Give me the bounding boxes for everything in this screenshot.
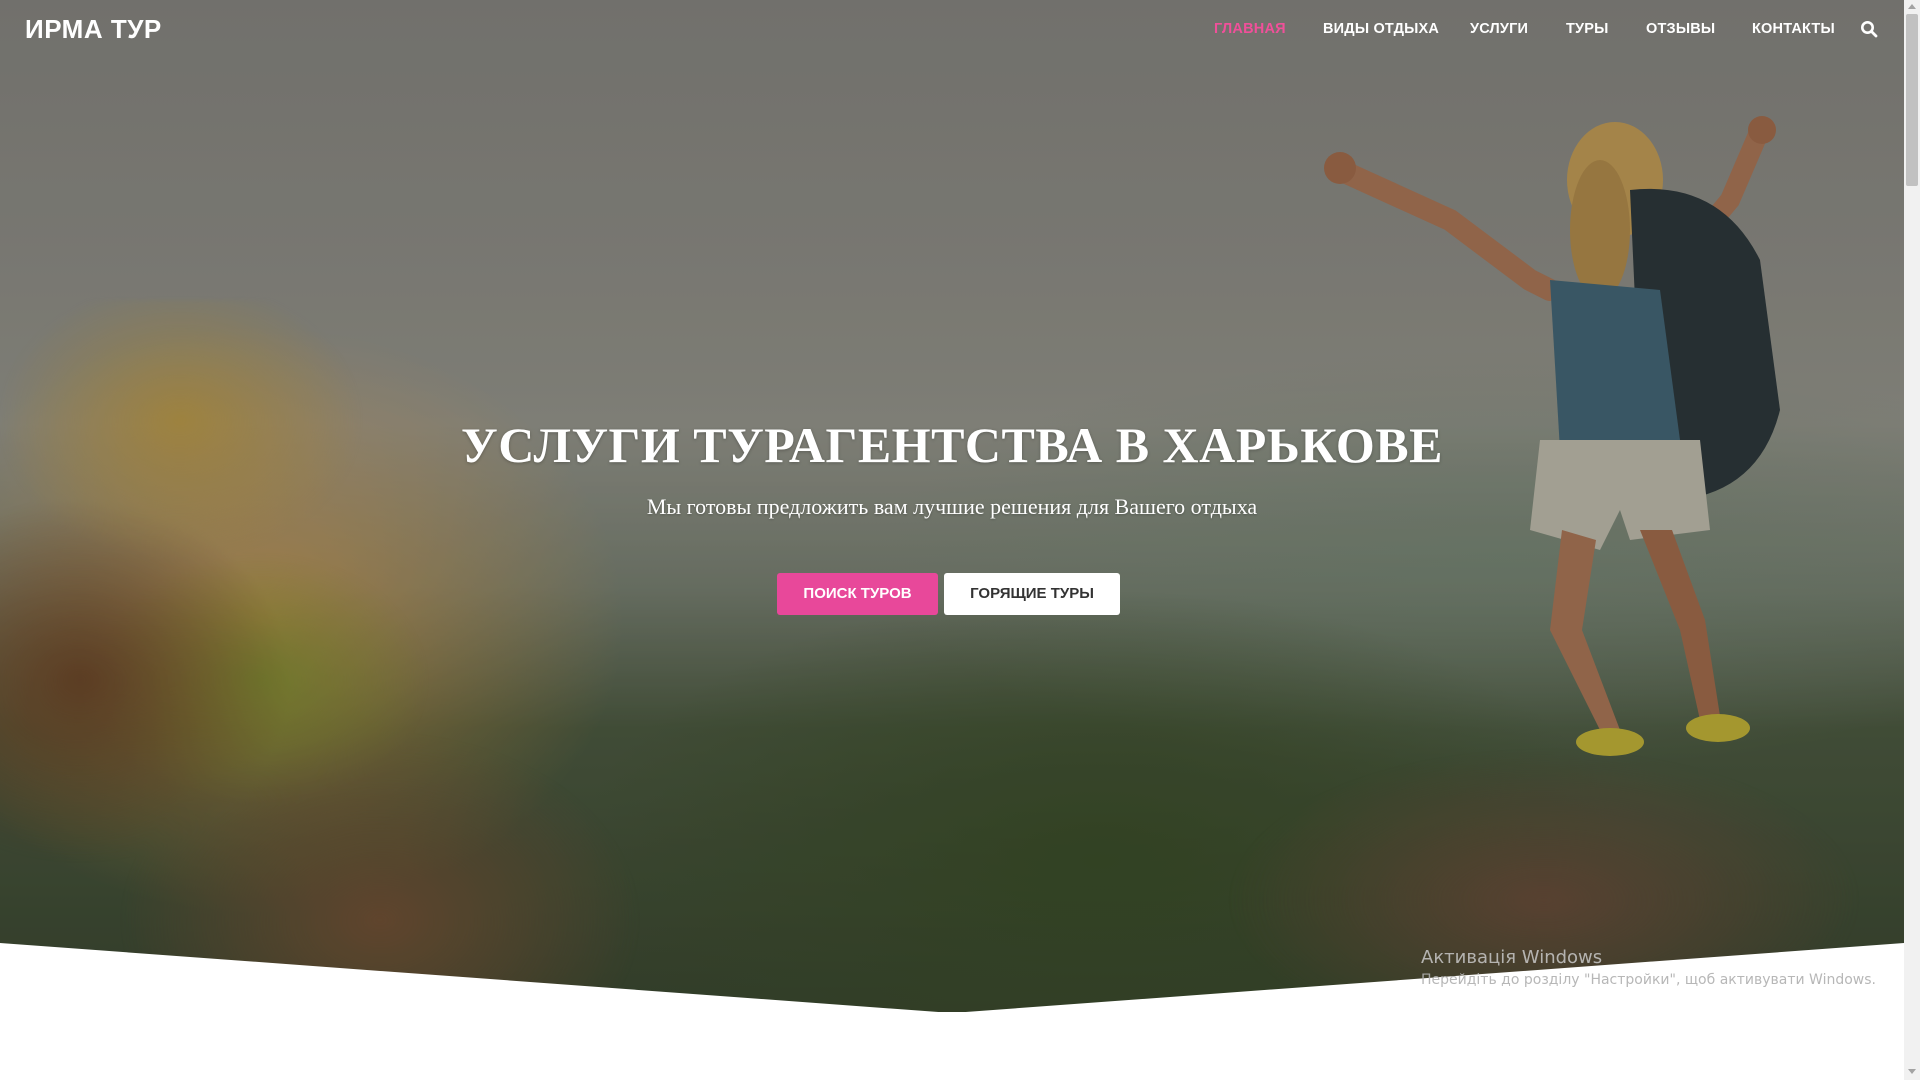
hero-subtitle: Мы готовы предложить вам лучшие решения … bbox=[646, 494, 1258, 519]
windows-activation-subtitle: Перейдіть до розділу "Настройки", щоб ак… bbox=[1421, 972, 1876, 988]
main-navigation: ГЛАВНАЯ ВИДЫ ОТДЫХА УСЛУГИ ТУРЫ ОТЗЫВЫ К… bbox=[0, 0, 1904, 60]
scrollbar-thumb[interactable] bbox=[1906, 14, 1918, 186]
nav-item-contacts[interactable]: КОНТАКТЫ bbox=[1752, 21, 1835, 37]
page: ИРМА ТУР ГЛАВНАЯ ВИДЫ ОТДЫХА УСЛУГИ ТУРЫ… bbox=[0, 0, 1920, 1080]
scroll-up-arrow-icon[interactable] bbox=[1908, 4, 1916, 9]
search-icon[interactable] bbox=[1860, 20, 1880, 40]
nav-item-vacation-types[interactable]: ВИДЫ ОТДЫХА bbox=[1323, 21, 1439, 37]
scroll-down-arrow-icon[interactable] bbox=[1908, 1069, 1916, 1074]
nav-item-reviews[interactable]: ОТЗЫВЫ bbox=[1646, 21, 1715, 37]
windows-activation-title: Активація Windows bbox=[1421, 947, 1603, 968]
hero-title: УСЛУГИ ТУРАГЕНТСТВА В ХАРЬКОВЕ bbox=[461, 417, 1443, 473]
nav-item-tours[interactable]: ТУРЫ bbox=[1566, 21, 1609, 37]
search-tours-button[interactable]: ПОИСК ТУРОВ bbox=[777, 573, 938, 615]
nav-item-home[interactable]: ГЛАВНАЯ bbox=[1214, 21, 1286, 37]
nav-item-services[interactable]: УСЛУГИ bbox=[1470, 21, 1528, 37]
hot-tours-button[interactable]: ГОРЯЩИЕ ТУРЫ bbox=[944, 573, 1120, 615]
